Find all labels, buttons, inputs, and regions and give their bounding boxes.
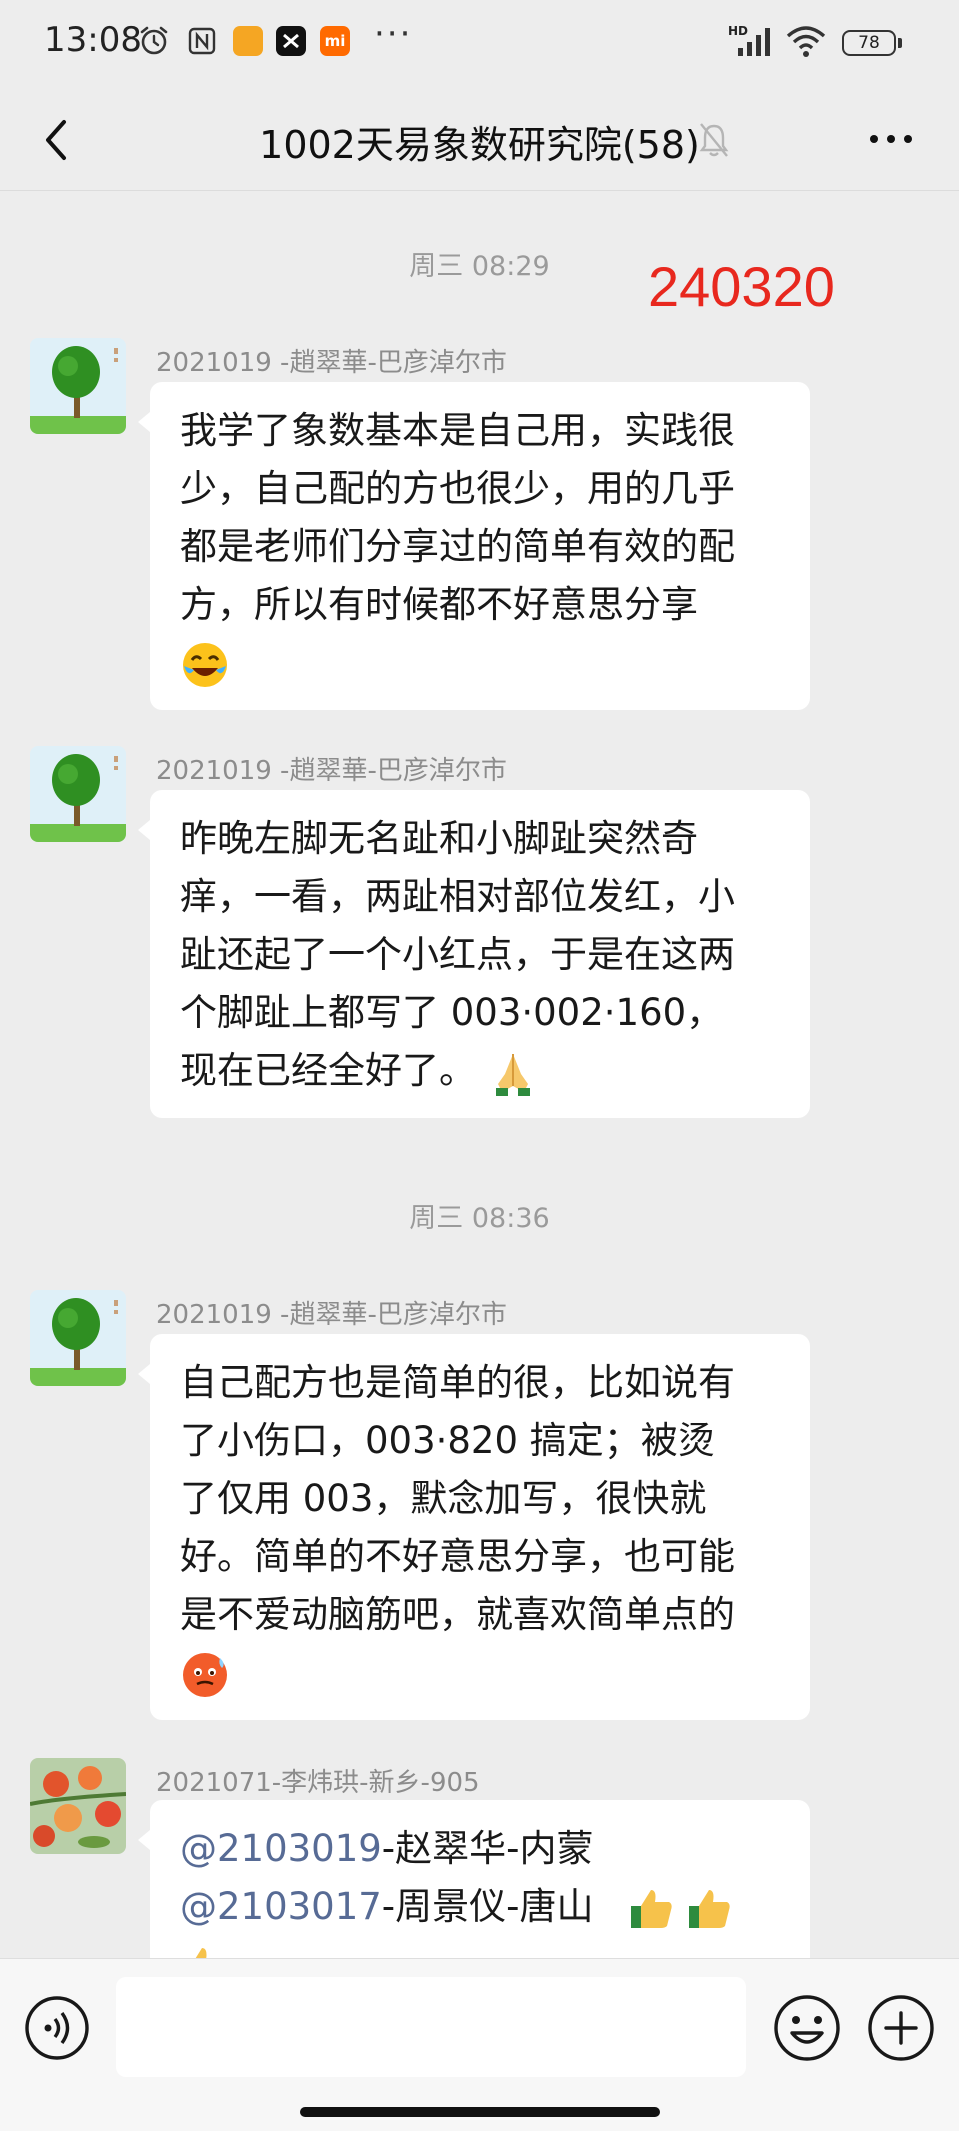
thumbs-up-emoji (631, 1889, 672, 1928)
chat-time-label: 周三 08:36 (409, 1203, 550, 1234)
mention-at[interactable]: @ (180, 1885, 217, 1928)
message-bubble[interactable]: 我学了象数基本是自己用，实践很 少，自己配的方也很少，用的几乎 都是老师们分享过… (138, 382, 810, 710)
message-input[interactable] (116, 1977, 746, 2077)
message-line: 好。简单的不好意思分享，也可能 (180, 1535, 735, 1578)
message-line: 个脚趾上都写了 003·002·160， (180, 991, 724, 1034)
chat-title: 1002天易象数研究院(58) (259, 123, 700, 167)
signal-icon (738, 28, 770, 56)
message-bubble[interactable]: 昨晚左脚无名趾和小脚趾突然奇 痒，一看，两趾相对部位发红，小 趾还起了一个小红点… (138, 790, 810, 1118)
message-line: 了小伤口，003·820 搞定；被烫 (180, 1419, 715, 1462)
crying-laughing-emoji (183, 642, 227, 687)
mute-bell-icon (699, 123, 729, 157)
capcut-icon (276, 26, 306, 56)
battery-icon: 78 (842, 30, 896, 56)
sender-name: 2021019 -趙翠華-巴彦淖尔市 (156, 756, 507, 786)
thumbs-up-emoji (688, 1889, 730, 1928)
voice-icon[interactable] (24, 1995, 90, 2061)
home-indicator[interactable] (300, 2107, 660, 2117)
mi-icon: mi (320, 26, 350, 56)
date-stamp: 240320 (648, 255, 835, 318)
chat-title-wrap: 1002天易象数研究院(58) (0, 114, 959, 169)
status-bar: 13:08 mi ··· HD 78 (0, 0, 959, 90)
mention-name: -周景仪-唐山 (381, 1885, 594, 1928)
chat-header: 1002天易象数研究院(58) (0, 90, 959, 191)
mention-id[interactable]: 2103017 (217, 1885, 382, 1928)
avatar[interactable] (30, 746, 126, 842)
nfc-icon (188, 27, 216, 55)
message-line: 是不爱动脑筋吧，就喜欢简单点的 (180, 1593, 735, 1636)
message-line: 我学了象数基本是自己用，实践很 (180, 409, 735, 452)
message-line: 现在已经全好了。 (180, 1049, 476, 1092)
mention-line: @2103019-赵翠华-内蒙 (180, 1820, 780, 1878)
status-time: 13:08 (44, 20, 142, 60)
sender-name: 2021019 -趙翠華-巴彦淖尔市 (156, 1300, 507, 1330)
message-line: 方，所以有时候都不好意思分享 (180, 583, 698, 626)
more-dots-icon: ··· (374, 14, 413, 54)
sender-name: 2021019 -趙翠華-巴彦淖尔市 (156, 348, 507, 378)
message-line: 都是老师们分享过的简单有效的配 (180, 525, 735, 568)
mention-id[interactable]: 2103019 (217, 1827, 382, 1870)
message-line: 昨晚左脚无名趾和小脚趾突然奇 (180, 817, 698, 860)
more-icon[interactable] (866, 124, 916, 154)
message-line: 了仅用 003，默念加写，很快就 (180, 1477, 707, 1520)
app-icon (233, 26, 263, 56)
mention-name: -赵翠华-内蒙 (381, 1827, 594, 1870)
wifi-icon (786, 26, 826, 57)
message-line: 痒，一看，两趾相对部位发红，小 (180, 875, 735, 918)
message-line: 趾还起了一个小红点，于是在这两 (180, 933, 735, 976)
battery-tip (898, 38, 902, 48)
mention-at[interactable]: @ (180, 1827, 217, 1870)
avatar[interactable] (30, 338, 126, 434)
message-line: 少，自己配的方也很少，用的几乎 (180, 467, 735, 510)
message-bubble[interactable]: 自己配方也是简单的很，比如说有 了小伤口，003·820 搞定；被烫 了仅用 0… (138, 1334, 810, 1720)
hot-face-emoji (183, 1652, 227, 1697)
sender-name: 2021071-李炜珙-新乡-905 (156, 1768, 480, 1798)
avatar[interactable] (30, 1758, 126, 1854)
input-bar (0, 1958, 959, 2131)
avatar[interactable] (30, 1290, 126, 1386)
folded-hands-emoji (495, 1053, 530, 1096)
emoji-icon[interactable] (772, 1993, 842, 2063)
plus-icon[interactable] (866, 1993, 936, 2063)
message-line: 自己配方也是简单的很，比如说有 (180, 1361, 735, 1404)
alarm-icon (140, 26, 168, 55)
